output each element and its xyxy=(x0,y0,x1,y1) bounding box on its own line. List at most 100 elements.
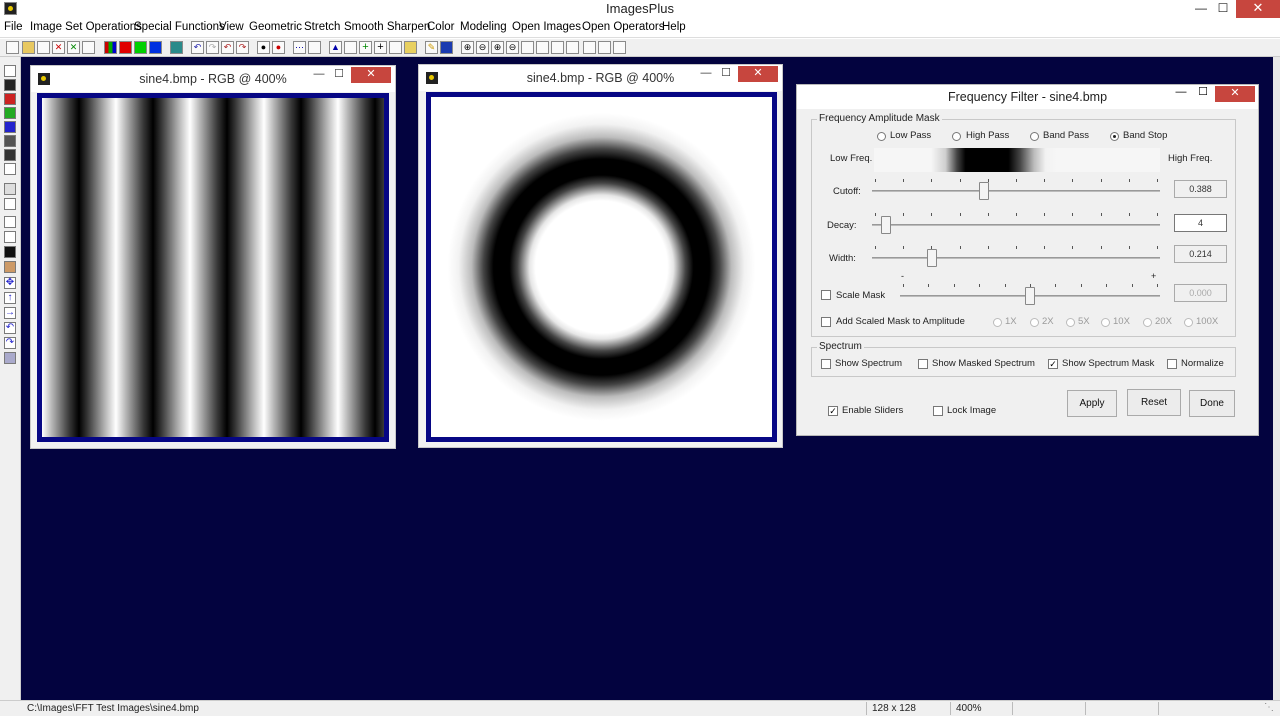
decay-slider-track[interactable] xyxy=(872,224,1160,226)
undo-all-icon[interactable]: ↶ xyxy=(221,41,234,54)
scale-20x-radio[interactable] xyxy=(1143,318,1152,327)
stop-record-icon[interactable]: ● xyxy=(272,41,285,54)
image-window-maximize-button[interactable]: ☐ xyxy=(718,66,734,82)
tool-red-icon[interactable] xyxy=(4,93,16,105)
menu-special-functions[interactable]: Special Functions xyxy=(134,21,225,33)
pencil-icon[interactable]: ✎ xyxy=(425,41,438,54)
tool-rotate-right-icon[interactable]: ↷ xyxy=(4,337,16,349)
new-icon[interactable] xyxy=(6,41,19,54)
reset-button[interactable]: Reset xyxy=(1127,389,1181,416)
scale-5x-radio[interactable] xyxy=(1066,318,1075,327)
show-masked-spectrum-checkbox[interactable] xyxy=(918,359,928,369)
menu-help[interactable]: Help xyxy=(662,21,686,33)
show-spectrum-checkbox[interactable] xyxy=(821,359,831,369)
tool-blue-icon[interactable] xyxy=(4,121,16,133)
show-spectrum-mask-checkbox[interactable]: ✓ xyxy=(1048,359,1058,369)
tool-rect-icon[interactable] xyxy=(4,216,16,228)
window-layout-5-icon[interactable] xyxy=(613,41,626,54)
width-slider-track[interactable] xyxy=(872,257,1160,259)
decay-value-field[interactable]: 4 xyxy=(1174,214,1227,232)
copy-icon[interactable] xyxy=(82,41,95,54)
radio-low-pass[interactable] xyxy=(877,132,886,141)
maximize-button[interactable]: ☐ xyxy=(1209,0,1237,18)
done-button[interactable]: Done xyxy=(1189,390,1235,417)
zoom-fit-icon[interactable]: ⊕ xyxy=(491,41,504,54)
width-slider-thumb[interactable] xyxy=(927,249,938,267)
image-window-original[interactable]: sine4.bmp - RGB @ 400% — ☐ ✕ xyxy=(30,65,396,449)
tool-green-icon[interactable] xyxy=(4,107,16,119)
add-scaled-mask-checkbox[interactable] xyxy=(821,317,831,327)
enable-sliders-checkbox[interactable]: ✓ xyxy=(828,406,838,416)
plus-icon[interactable]: + xyxy=(359,41,372,54)
dialog-close-button[interactable]: ✕ xyxy=(1215,86,1255,102)
zoom-in-icon[interactable]: ⊕ xyxy=(461,41,474,54)
radio-high-pass[interactable] xyxy=(952,132,961,141)
calculator-icon[interactable] xyxy=(389,41,402,54)
menu-open-images[interactable]: Open Images xyxy=(512,21,581,33)
image-window-minimize-button[interactable]: — xyxy=(698,66,714,82)
band-stop-mask-image[interactable] xyxy=(431,97,772,437)
image-window-close-button[interactable]: ✕ xyxy=(738,66,778,82)
zoom-actual-icon[interactable]: ⊖ xyxy=(506,41,519,54)
save-icon[interactable] xyxy=(37,41,50,54)
tool-move-icon[interactable]: ✥ xyxy=(4,277,16,289)
tool-copy-icon[interactable] xyxy=(4,163,16,175)
image-window-close-button[interactable]: ✕ xyxy=(351,67,391,83)
scale-10x-radio[interactable] xyxy=(1101,318,1110,327)
decay-slider-thumb[interactable] xyxy=(881,216,892,234)
tool-black-icon[interactable] xyxy=(4,79,16,91)
frequency-filter-dialog[interactable]: Frequency Filter - sine4.bmp — ☐ ✕ Frequ… xyxy=(796,84,1259,436)
redo-icon[interactable]: ↷ xyxy=(206,41,219,54)
menu-smooth-sharpen[interactable]: Smooth Sharpen xyxy=(344,21,430,33)
tool-gray-icon[interactable] xyxy=(4,135,16,147)
image-window-maximize-button[interactable]: ☐ xyxy=(331,67,347,83)
width-value-field[interactable]: 0.214 xyxy=(1174,245,1227,263)
info-icon[interactable] xyxy=(440,41,453,54)
tool-crop-icon[interactable] xyxy=(4,261,16,273)
redo-all-icon[interactable]: ↷ xyxy=(236,41,249,54)
tool-save-icon[interactable] xyxy=(4,65,16,77)
close-button[interactable]: ✕ xyxy=(1236,0,1280,18)
fit-window-icon[interactable] xyxy=(521,41,534,54)
crosshair-icon[interactable]: + xyxy=(374,41,387,54)
scale-2x-radio[interactable] xyxy=(1030,318,1039,327)
menu-modeling[interactable]: Modeling xyxy=(460,21,507,33)
dialog-minimize-button[interactable]: — xyxy=(1173,86,1189,98)
corner-icon[interactable] xyxy=(344,41,357,54)
tool-up-arrow-icon[interactable]: ↑ xyxy=(4,292,16,304)
zoom-out-icon[interactable]: ⊖ xyxy=(476,41,489,54)
menu-stretch[interactable]: Stretch xyxy=(304,21,340,33)
scale-100x-radio[interactable] xyxy=(1184,318,1193,327)
lock-image-checkbox[interactable] xyxy=(933,406,943,416)
normalize-checkbox[interactable] xyxy=(1167,359,1177,369)
tool-lasso-icon[interactable] xyxy=(4,183,16,195)
cutoff-slider-thumb[interactable] xyxy=(979,182,990,200)
window-layout-3-icon[interactable] xyxy=(583,41,596,54)
close-image-icon[interactable]: ✕ xyxy=(52,41,65,54)
dialog-maximize-button[interactable]: ☐ xyxy=(1195,85,1211,98)
minus-window-icon[interactable] xyxy=(536,41,549,54)
grid-icon[interactable] xyxy=(170,41,183,54)
tool-right-arrow-icon[interactable]: → xyxy=(4,307,16,319)
image-window-minimize-button[interactable]: — xyxy=(311,67,327,83)
window-layout-1-icon[interactable] xyxy=(551,41,564,54)
blue-channel-icon[interactable] xyxy=(149,41,162,54)
tool-fill-icon[interactable] xyxy=(4,246,16,258)
tool-dark-icon[interactable] xyxy=(4,149,16,161)
window-layout-4-icon[interactable] xyxy=(598,41,611,54)
cutoff-slider-track[interactable] xyxy=(872,190,1160,192)
menu-open-operators[interactable]: Open Operators xyxy=(582,21,664,33)
record-icon[interactable]: ● xyxy=(257,41,270,54)
undo-icon[interactable]: ↶ xyxy=(191,41,204,54)
radio-band-pass[interactable] xyxy=(1030,132,1039,141)
window-layout-2-icon[interactable] xyxy=(566,41,579,54)
menu-view[interactable]: View xyxy=(219,21,244,33)
image-window-spectrum-mask[interactable]: sine4.bmp - RGB @ 400% — ☐ ✕ xyxy=(418,64,783,448)
menu-color[interactable]: Color xyxy=(427,21,454,33)
dotted-line-icon[interactable]: ⋯ xyxy=(293,41,306,54)
open-icon[interactable] xyxy=(22,41,35,54)
sine-stripe-image[interactable] xyxy=(42,98,384,437)
menu-file[interactable]: File xyxy=(4,21,23,33)
rgb-icon[interactable] xyxy=(104,41,117,54)
scale-1x-radio[interactable] xyxy=(993,318,1002,327)
